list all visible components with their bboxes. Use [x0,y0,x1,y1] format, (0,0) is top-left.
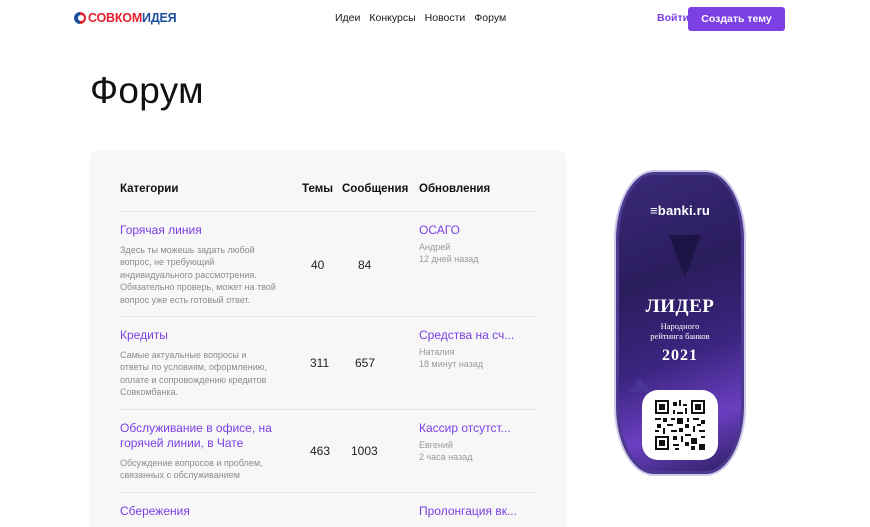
latest-author: Наталия [419,347,455,357]
topics-count: 463 [310,444,331,458]
banki-logo: ≡banki.ru [650,203,710,218]
latest-time: 12 дней назад [419,254,479,264]
nav-news[interactable]: Новости [425,12,466,24]
main-nav: Идеи Конкурсы Новости Форум [335,12,515,24]
badge-facet-decoration [628,378,652,392]
header-categories: Категории [120,183,179,195]
latest-author: Евгений [419,440,453,450]
login-link[interactable]: Войти [657,12,689,24]
page-title: Форум [90,70,204,111]
badge-subtitle-2: рейтинга банков [650,331,710,341]
messages-count: 84 [358,258,372,272]
category-title[interactable]: Сбережения [120,504,190,519]
forum-categories-table: Категории Темы Сообщения Обновления Горя… [90,150,566,527]
latest-topic-link[interactable]: ОСАГО [419,223,460,237]
category-description: Самые актуальные вопросы и ответы по усло… [120,350,268,398]
category-title[interactable]: Кредиты [120,328,168,343]
qr-code-icon [655,400,705,450]
table-row: Обслуживание в офисе, на горячей линии, в… [120,409,536,493]
category-title[interactable]: Обслуживание в офисе, на горячей линии, в… [120,421,272,451]
messages-count: 657 [355,356,376,370]
badge-crystal-decoration [669,235,701,277]
qr-code [642,390,718,460]
header-updates: Обновления [419,183,491,195]
banki-leader-badge[interactable]: ≡banki.ru ЛИДЕР Народного рейтинга банко… [614,170,746,476]
latest-topic-link[interactable]: Пролонгация вк... [419,504,517,518]
site-header: СОВКОМИДЕЯ Идеи Конкурсы Новости Форум В… [0,0,870,38]
logo-text: СОВКОМИДЕЯ [88,11,177,25]
latest-topic-link[interactable]: Средства на сч... [419,328,514,342]
table-row: Кредиты Самые актуальные вопросы и ответы… [120,316,536,410]
topics-count: 40 [311,258,325,272]
nav-forum[interactable]: Форум [474,12,506,24]
header-messages: Сообщения [342,183,409,195]
latest-author: Андрей [419,242,451,252]
category-description: Здесь ты можешь задать любой вопрос, не т… [120,245,276,305]
category-description: Обсуждение вопросов и проблем, связанных … [120,458,263,481]
nav-contests[interactable]: Конкурсы [369,12,415,24]
latest-topic-link[interactable]: Кассир отсутст... [419,421,511,435]
table-row: Горячая линия Здесь ты можешь задать люб… [120,211,536,317]
table-row: Сбережения Пролонгация вк... [120,492,536,527]
badge-leader-title: ЛИДЕР [645,296,715,317]
badge-year: 2021 [662,347,698,364]
latest-time: 2 часа назад [419,452,473,462]
nav-ideas[interactable]: Идеи [335,12,360,24]
badge-subtitle-1: Народного [660,321,700,331]
sovcom-idea-logo[interactable]: СОВКОМИДЕЯ [74,11,177,25]
latest-time: 18 минут назад [419,359,484,369]
logo-icon [74,12,86,24]
header-topics: Темы [302,183,334,195]
topics-count: 311 [310,356,330,370]
messages-count: 1003 [351,444,378,458]
create-topic-button[interactable]: Создать тему [688,7,785,31]
category-title[interactable]: Горячая линия [120,223,202,238]
